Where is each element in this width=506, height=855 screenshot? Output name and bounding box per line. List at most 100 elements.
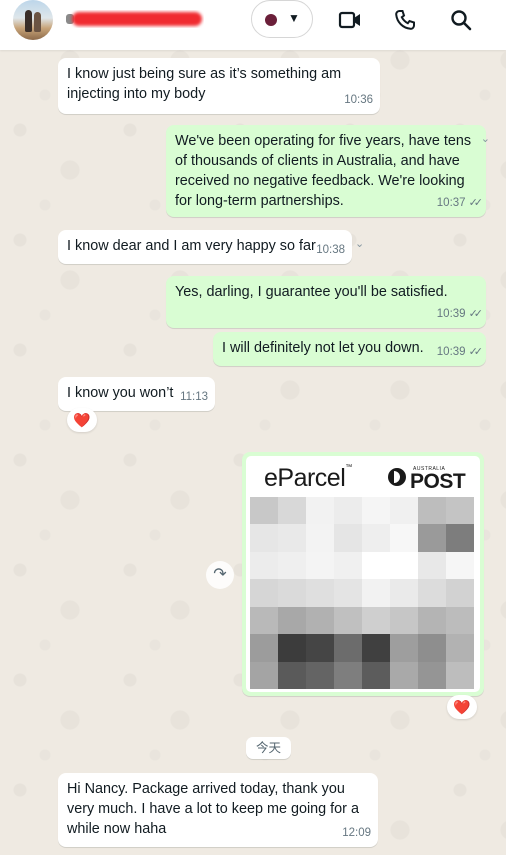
message-meta: 10:37 ✓✓: [436, 193, 484, 213]
message-time: 11:13: [180, 391, 208, 403]
pixel-block: [306, 634, 334, 662]
chevron-down-icon: ▼: [288, 11, 300, 25]
pixel-block: [278, 634, 306, 662]
pixel-block: [278, 551, 306, 580]
pixel-block: [446, 524, 474, 552]
pixel-block: [390, 634, 418, 662]
date-separator: 今天: [246, 737, 291, 759]
pixel-block: [250, 606, 278, 635]
pixel-block: [418, 497, 446, 525]
pixel-block: [306, 606, 334, 635]
image-thumbnail[interactable]: eParcel™ AUSTRALIA POST: [246, 456, 480, 692]
pixel-block: [278, 606, 306, 635]
heart-reaction[interactable]: ❤️: [447, 695, 477, 719]
search-icon[interactable]: [449, 8, 473, 32]
contact-name[interactable]: [66, 10, 204, 28]
heart-reaction[interactable]: ❤️: [67, 408, 97, 432]
pixel-block: [390, 661, 418, 689]
pixel-block: [446, 634, 474, 662]
message-time: 10:37: [436, 197, 466, 209]
chevron-down-icon[interactable]: ⌄: [355, 237, 364, 250]
pixel-block: [390, 579, 418, 607]
forward-icon[interactable]: ↷: [206, 561, 234, 589]
pixel-block: [446, 606, 474, 635]
pixel-block: [250, 661, 278, 689]
message-bubble-incoming[interactable]: I know dear and I am very happy so far 1…: [58, 230, 352, 264]
message-time: 10:39: [436, 308, 466, 320]
pixel-block: [362, 551, 390, 580]
pixel-block: [418, 524, 446, 552]
pixel-block: [306, 661, 334, 689]
pixel-block: [418, 551, 446, 580]
pixel-block: [390, 497, 418, 525]
pixel-block: [390, 524, 418, 552]
pixel-block: [334, 579, 362, 607]
message-time: 10:39: [436, 346, 466, 358]
australia-post-icon: [388, 468, 406, 486]
message-text: I know dear and I am very happy so far: [67, 238, 316, 254]
pixel-block: [446, 551, 474, 580]
pixel-block: [306, 551, 334, 580]
message-text: Hi Nancy. Package arrived today, thank y…: [67, 781, 363, 837]
pixel-block: [278, 497, 306, 525]
pixel-block: [250, 524, 278, 552]
pixel-block: [250, 497, 278, 525]
pixel-block: [446, 579, 474, 607]
pixel-block: [334, 524, 362, 552]
pixel-block: [306, 497, 334, 525]
double-check-icon: ✓✓: [468, 308, 484, 320]
pixel-block: [278, 661, 306, 689]
pixel-block: [334, 634, 362, 662]
video-call-icon[interactable]: [338, 8, 362, 32]
avatar-figure: [34, 12, 41, 32]
pixel-block: [278, 524, 306, 552]
pixel-block: [250, 579, 278, 607]
pixel-block: [278, 579, 306, 607]
voice-call-icon[interactable]: [393, 8, 417, 32]
pixel-block: [418, 579, 446, 607]
double-check-icon: ✓✓: [468, 197, 484, 209]
australia-post-logo: AUSTRALIA POST: [388, 464, 468, 493]
chevron-down-icon[interactable]: ⌄: [481, 129, 490, 149]
pixel-block: [334, 661, 362, 689]
pixel-block: [446, 497, 474, 525]
pixel-block: [390, 606, 418, 635]
pixel-block: [362, 497, 390, 525]
image-message-outgoing[interactable]: eParcel™ AUSTRALIA POST: [242, 452, 484, 696]
pixel-block: [334, 551, 362, 580]
pixel-block: [250, 551, 278, 580]
pixel-block: [334, 606, 362, 635]
message-time: 12:09: [342, 827, 371, 839]
message-bubble-outgoing[interactable]: We've been operating for five years, hav…: [166, 125, 490, 217]
eparcel-logo: eParcel™: [264, 464, 352, 492]
pixel-block: [362, 606, 390, 635]
pixel-block: [362, 661, 390, 689]
pixel-block: [446, 661, 474, 689]
pixel-block: [306, 524, 334, 552]
avatar[interactable]: [13, 0, 53, 40]
pixelated-label: [250, 497, 474, 689]
message-time: 10:38: [316, 244, 345, 256]
pixel-block: [418, 606, 446, 635]
pixel-block: [418, 634, 446, 662]
message-text: Yes, darling, I guarantee you'll be sati…: [175, 284, 448, 300]
message-bubble-incoming[interactable]: I know you won’t 11:13: [58, 377, 215, 411]
pixel-block: [390, 551, 418, 580]
chat-header: ▼: [0, 0, 506, 50]
redaction-mark: [72, 12, 202, 26]
pixel-block: [362, 524, 390, 552]
message-bubble-incoming[interactable]: I know just being sure as it’s something…: [58, 58, 380, 114]
pixel-block: [334, 497, 362, 525]
pixel-block: [418, 661, 446, 689]
message-bubble-outgoing[interactable]: I will definitely not let you down. 10:3…: [213, 332, 486, 366]
message-meta: 10:39 ✓✓: [436, 304, 484, 324]
message-time: 10:36: [344, 94, 373, 106]
status-dropdown[interactable]: ▼: [251, 0, 313, 38]
pixel-block: [250, 634, 278, 662]
message-meta: 10:39 ✓✓: [436, 342, 483, 362]
message-text: I know just being sure as it’s something…: [67, 66, 346, 102]
message-bubble-outgoing[interactable]: Yes, darling, I guarantee you'll be sati…: [166, 276, 486, 328]
avatar-figure: [25, 10, 32, 32]
message-text: We've been operating for five years, hav…: [175, 133, 476, 209]
message-bubble-incoming[interactable]: Hi Nancy. Package arrived today, thank y…: [58, 773, 378, 847]
